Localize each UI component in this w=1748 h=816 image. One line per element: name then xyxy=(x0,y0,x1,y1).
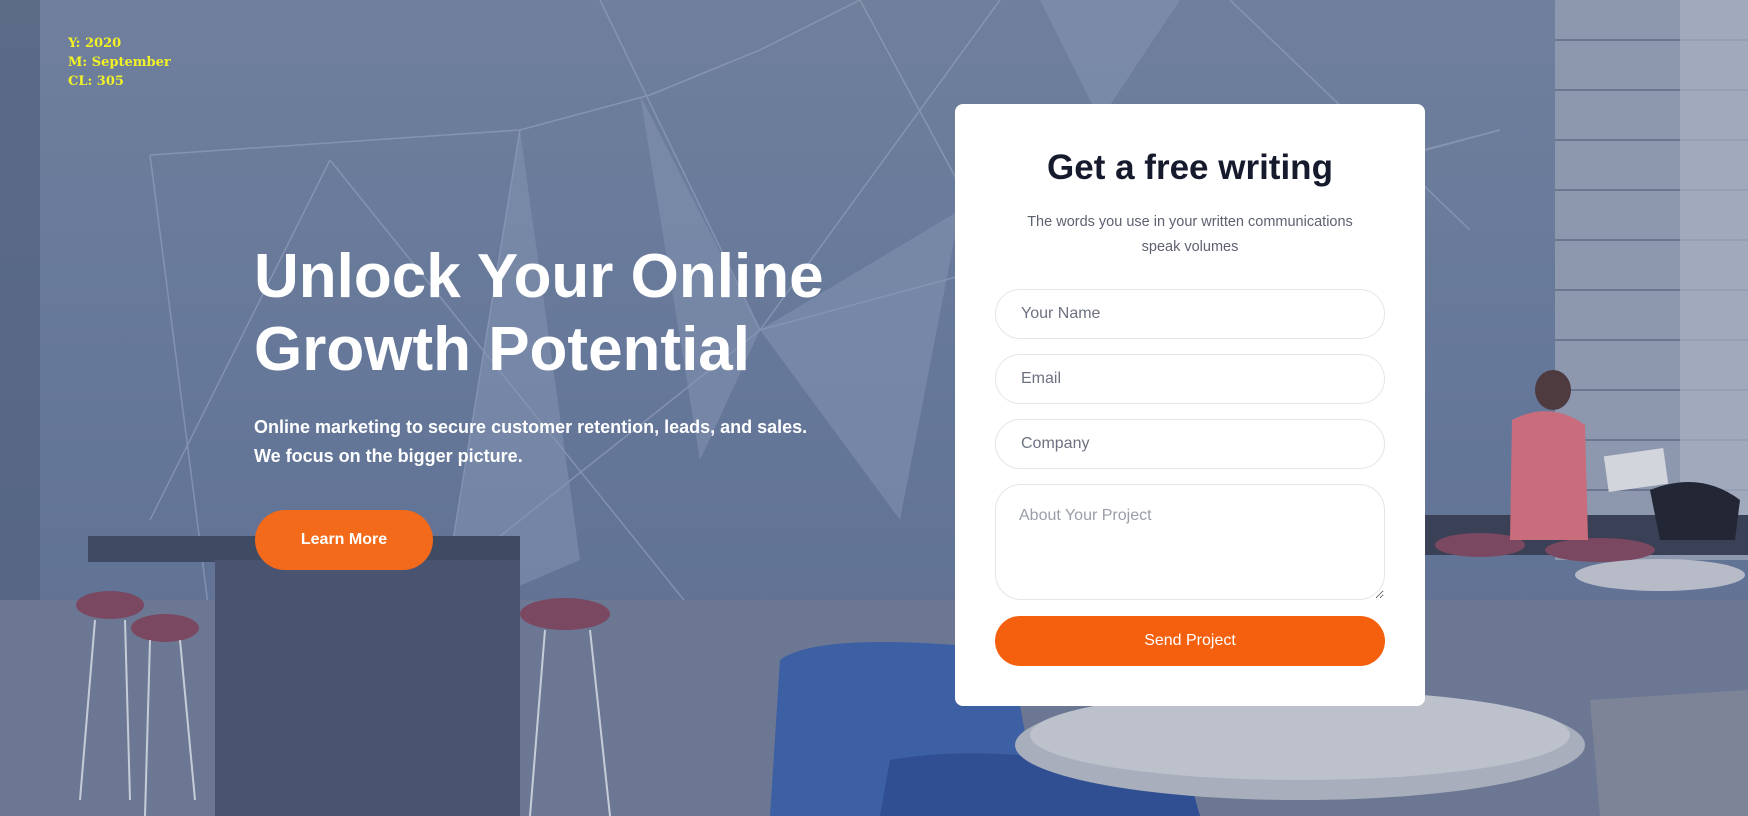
hero-subtext: Online marketing to secure customer rete… xyxy=(254,413,874,471)
email-input[interactable] xyxy=(995,354,1385,404)
hero-section xyxy=(0,0,1748,816)
subtext-line-1: Online marketing to secure customer rete… xyxy=(254,417,808,437)
send-project-button[interactable]: Send Project xyxy=(995,616,1385,666)
learn-more-button[interactable]: Learn More xyxy=(255,510,433,570)
debug-overlay: Y: 2020 M: September CL: 305 xyxy=(68,34,171,91)
hero-headline: Unlock Your Online Growth Potential xyxy=(254,240,894,386)
form-subtitle-line-1: The words you use in your written commun… xyxy=(1027,214,1353,230)
company-input[interactable] xyxy=(995,419,1385,469)
form-subtitle-line-2: speak volumes xyxy=(1141,239,1239,255)
overlay-month: M: September xyxy=(68,55,171,70)
name-input[interactable] xyxy=(995,289,1385,339)
project-textarea[interactable] xyxy=(995,484,1385,600)
subtext-line-2: We focus on the bigger picture. xyxy=(254,446,523,466)
overlay-year: Y: 2020 xyxy=(68,36,122,51)
form-title: Get a free writing xyxy=(1047,148,1333,187)
headline-line-1: Unlock Your Online xyxy=(254,242,824,311)
free-writing-form-card: Get a free writing The words you use in … xyxy=(955,104,1425,706)
headline-line-2: Growth Potential xyxy=(254,315,750,384)
form-subtitle: The words you use in your written commun… xyxy=(1005,210,1375,260)
overlay-cl: CL: 305 xyxy=(68,74,124,89)
hero-background-image xyxy=(0,0,1748,816)
